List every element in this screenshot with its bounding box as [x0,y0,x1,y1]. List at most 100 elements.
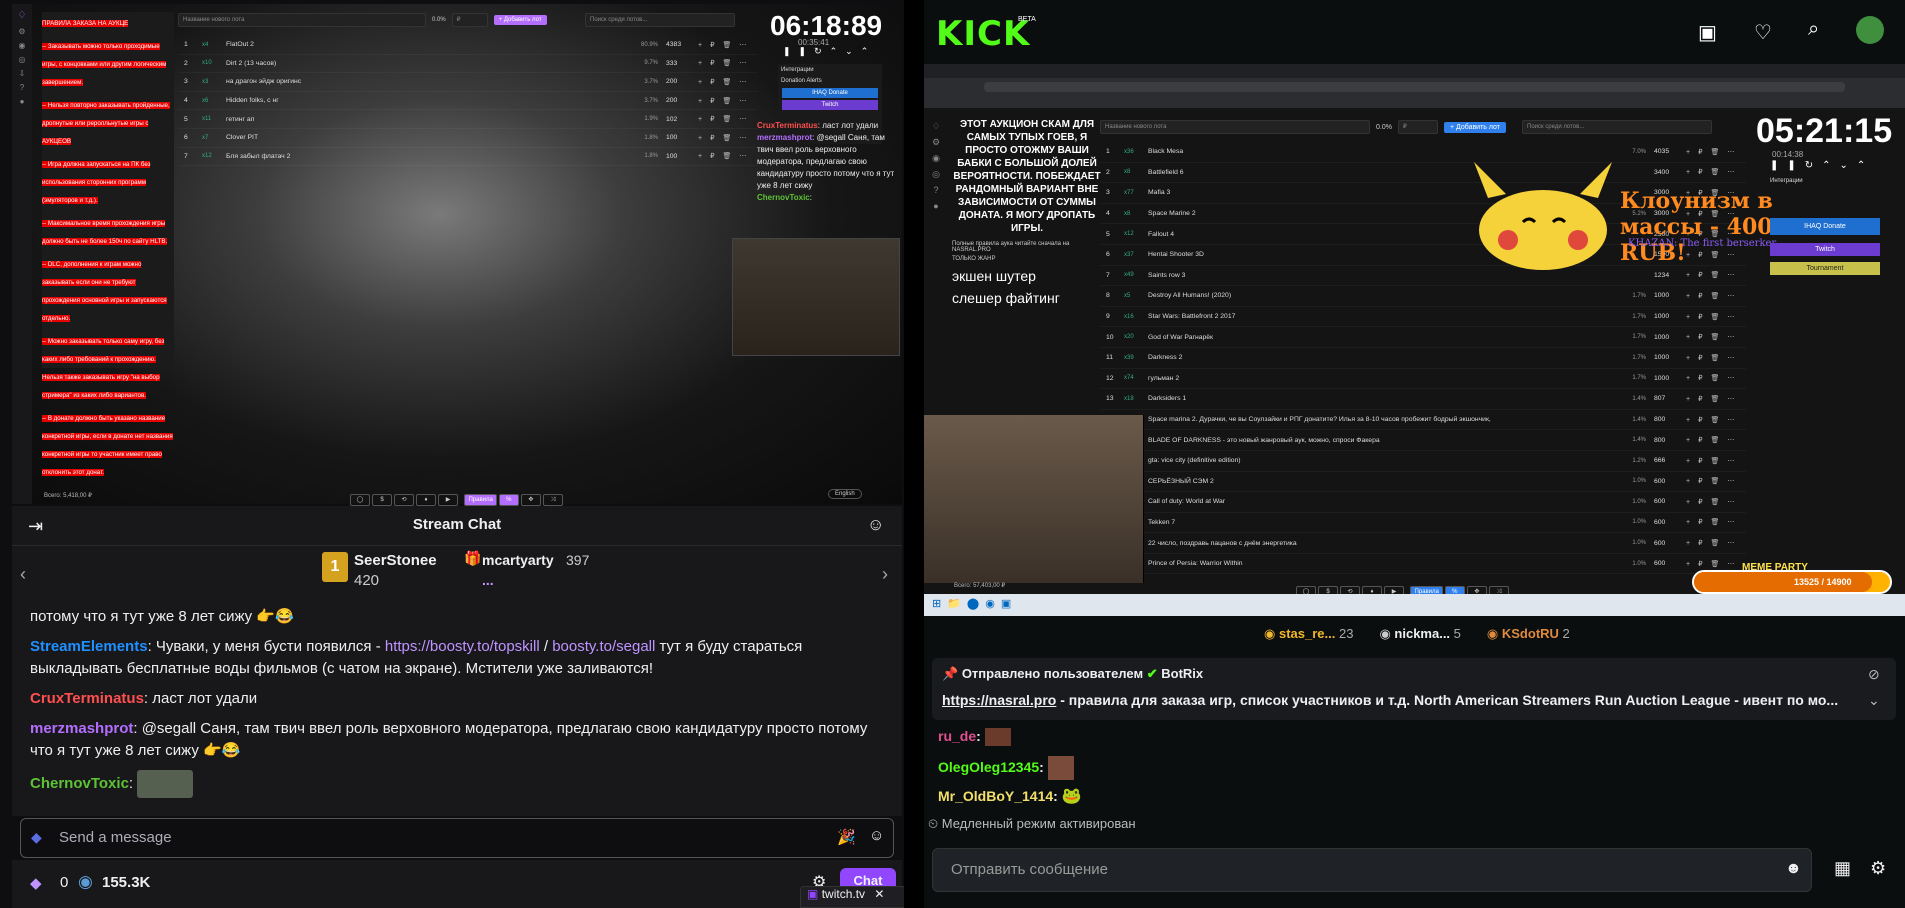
lot-amount-input[interactable]: ₽ [1397,120,1438,134]
row-actions[interactable]: +₽🗑⋯ [1686,395,1746,403]
hide-icon[interactable]: ⊘ [1868,666,1880,683]
pinned-link[interactable]: https://nasral.pro [942,692,1056,708]
chat-username[interactable]: ru_de [938,728,976,744]
row-actions[interactable]: +₽🗑⋯ [1686,148,1746,156]
drop-icon[interactable]: ♦ [416,494,436,506]
chat-input[interactable]: ◆ Send a message 🎉 ☺ [20,818,894,858]
row-actions[interactable]: +₽🗑⋯ [1686,539,1746,547]
add-lot-button[interactable]: + Добавить лот [493,15,547,25]
lot-name-input[interactable]: Название нового лота [1100,120,1370,134]
taskbar-icons[interactable]: ⊞📁⬤◉▣ [924,594,1905,613]
chat-username[interactable]: OlegOleg12345 [938,759,1039,775]
gifter-name[interactable]: ... [482,572,494,588]
table-row[interactable]: Space marina 2. Дурачки, че вы Соулзайки… [1100,410,1746,431]
bits-icon[interactable]: ◆ [30,874,42,892]
pinned-username[interactable]: BotRix [1161,666,1203,681]
gifter-name[interactable]: SeerStonee [354,552,437,569]
table-row[interactable]: 7 x12 Бля забыл флатач 2 1.8% 100 +₽🗑⋯ [178,148,758,167]
chat-username[interactable]: StreamElements [30,638,148,655]
row-actions[interactable]: +₽🗑⋯ [1686,457,1746,465]
table-row[interactable]: 13 x18 Darksiders 1 1.4% 807 +₽🗑⋯ [1100,389,1746,410]
table-row[interactable]: 10 x20 God of War Рагнарёк 1.7% 1000 +₽🗑⋯ [1100,327,1746,348]
kick-logo[interactable]: KICK [936,14,1030,54]
table-row[interactable]: 8 x5 Destroy All Humans! (2020) 1.7% 1000 +₽🗑… [1100,286,1746,307]
community-icon[interactable]: ☺ [867,515,884,535]
tournament-button[interactable]: Tournament [1770,262,1880,275]
row-actions[interactable]: +₽🗑⋯ [1686,271,1746,279]
chat-username[interactable]: Mr_OldBoY_1414 [938,788,1053,804]
row-actions[interactable]: +₽🗑⋯ [1686,333,1746,341]
table-row[interactable]: Tekken 7 1.0% 600 +₽🗑⋯ [1100,513,1746,534]
row-actions[interactable]: +₽🗑⋯ [1686,477,1746,485]
table-row[interactable]: 9 x16 Star Wars: Battlefront 2 2017 1.7% 100… [1100,307,1746,328]
row-actions[interactable]: +₽🗑⋯ [1686,436,1746,444]
next-arrow-icon[interactable]: › [882,564,888,585]
language-select[interactable]: English [828,489,862,499]
row-actions[interactable]: +₽🗑⋯ [1686,313,1746,321]
row-actions[interactable]: +₽🗑⋯ [1686,292,1746,300]
chat-username[interactable]: CruxTerminatus [30,690,144,707]
table-row[interactable]: 12 x74 гульман 2 1.7% 1000 +₽🗑⋯ [1100,369,1746,390]
table-row[interactable]: Call of duty: World at War 1.0% 600 +₽🗑⋯ [1100,492,1746,513]
video-icon[interactable]: ▶ [438,494,458,506]
lot-name-input[interactable]: Название нового лота [178,13,426,27]
gifter-name[interactable]: stas_re... [1279,626,1335,641]
browser-tab[interactable]: ▣ twitch.tv ✕ [800,886,906,908]
emoji-icon[interactable]: ☺ [869,827,884,844]
emoji-icon[interactable]: ☻ [1785,860,1802,878]
store-icon[interactable]: ▦ [1834,858,1851,879]
table-row[interactable]: 5 x11 гетинг ап 1.9% 102 +₽🗑⋯ [178,110,758,129]
row-actions[interactable]: +₽🗑⋯ [1686,374,1746,382]
table-row[interactable]: 1 x36 Black Mesa 7.0% 4035 +₽🗑⋯ [1100,142,1746,163]
table-row[interactable]: 7 x49 Saints row 3 1234 +₽🗑⋯ [1100,266,1746,287]
timer-controls[interactable]: ❚❚↻⌃⌄⌃ [1770,160,1874,171]
table-row[interactable]: 1 x4 FlatOut 2 80.9% 4383 +₽🗑⋯ [178,36,758,55]
add-lot-button[interactable]: + Добавить лот [1443,121,1506,133]
table-row[interactable]: 2 x8 Battlefield 6 3400 +₽🗑⋯ [1100,163,1746,184]
lot-amount-input[interactable]: ₽ [451,13,488,27]
table-row[interactable]: СЕРЬЁЗНЫЙ СЭМ 2 1.0% 600 +₽🗑⋯ [1100,472,1746,493]
close-icon[interactable]: ✕ [874,887,884,901]
table-row[interactable]: 2 x10 Dirt 2 (13 часов) 9.7% 333 +₽🗑⋯ [178,55,758,74]
row-actions[interactable]: +₽🗑⋯ [1686,518,1746,526]
lot-search-input[interactable]: Поиск среди лотов... [585,13,735,27]
sidebar-icons[interactable]: ⚙ ◉ ◎ ⇩? ● [12,25,32,109]
chat-username[interactable]: ChernovToxic [30,775,129,792]
auction-sidebar-icons[interactable]: ♢ ⚙ ◉ ◎? ● [928,118,944,228]
table-row[interactable]: 4 x6 Hidden folks, с нг 3.7% 200 +₽🗑⋯ [178,92,758,111]
following-icon[interactable]: ▣ [1698,20,1717,45]
github-icon[interactable]: ◯ [350,494,370,506]
donation-alerts-label[interactable]: Donation Alerts [778,76,882,86]
chevron-down-icon[interactable]: ⌄ [1868,692,1880,709]
celebrate-icon[interactable]: 🎉 [837,828,856,846]
table-row[interactable]: 22 число, поздравь пацанов с днём энерге… [1100,533,1746,554]
twitch-integration-button[interactable]: Twitch [1770,243,1880,256]
shuffle-icon[interactable]: ⤨ [542,494,563,506]
gifter-name[interactable]: nickma... [1394,626,1450,641]
row-actions[interactable]: +₽🗑⋯ [1686,560,1746,568]
gifter-name[interactable]: KSdotRU [1502,626,1559,641]
percent-icon[interactable]: % [498,494,519,506]
twitch-integration-button[interactable]: Twitch [782,100,878,110]
avatar[interactable] [1856,16,1884,44]
heart-icon[interactable]: ♡ [1754,20,1772,45]
table-row[interactable]: 3 x3 на драгон эйдж оригинс 3.7% 200 +₽🗑⋯ [178,73,758,92]
chat-input[interactable]: Отправить сообщение ☻ [932,848,1812,892]
table-row[interactable]: 6 x7 Clover PIT 1.8% 100 +₽🗑⋯ [178,129,758,148]
chat-link[interactable]: boosty.to/segall [552,638,655,655]
channel-points-icon[interactable]: ◉ [78,872,93,892]
table-row[interactable]: Prince of Persia: Warrior Within 1.0% 600 +… [1100,554,1746,575]
row-actions[interactable]: +₽🗑⋯ [1686,354,1746,362]
move-icon[interactable]: ✥ [520,494,541,506]
ihaq-donate-button[interactable]: IHAQ Donate [782,88,878,98]
lot-search-input[interactable]: Поиск среди лотов... [1522,120,1712,134]
settings-icon[interactable]: ⚙ [1870,858,1886,879]
search-icon[interactable]: ⌕ [1808,18,1819,41]
chat-username[interactable]: merzmashprot [30,720,133,737]
table-row[interactable]: 11 x39 Darkness 2 1.7% 1000 +₽🗑⋯ [1100,348,1746,369]
dollar-icon[interactable]: $ [372,494,392,506]
rules-button[interactable]: Правила [464,494,497,506]
row-actions[interactable]: +₽🗑⋯ [1686,498,1746,506]
ihaq-donate-button[interactable]: IHAQ Donate [1770,218,1880,235]
row-actions[interactable]: +₽🗑⋯ [1686,168,1746,176]
